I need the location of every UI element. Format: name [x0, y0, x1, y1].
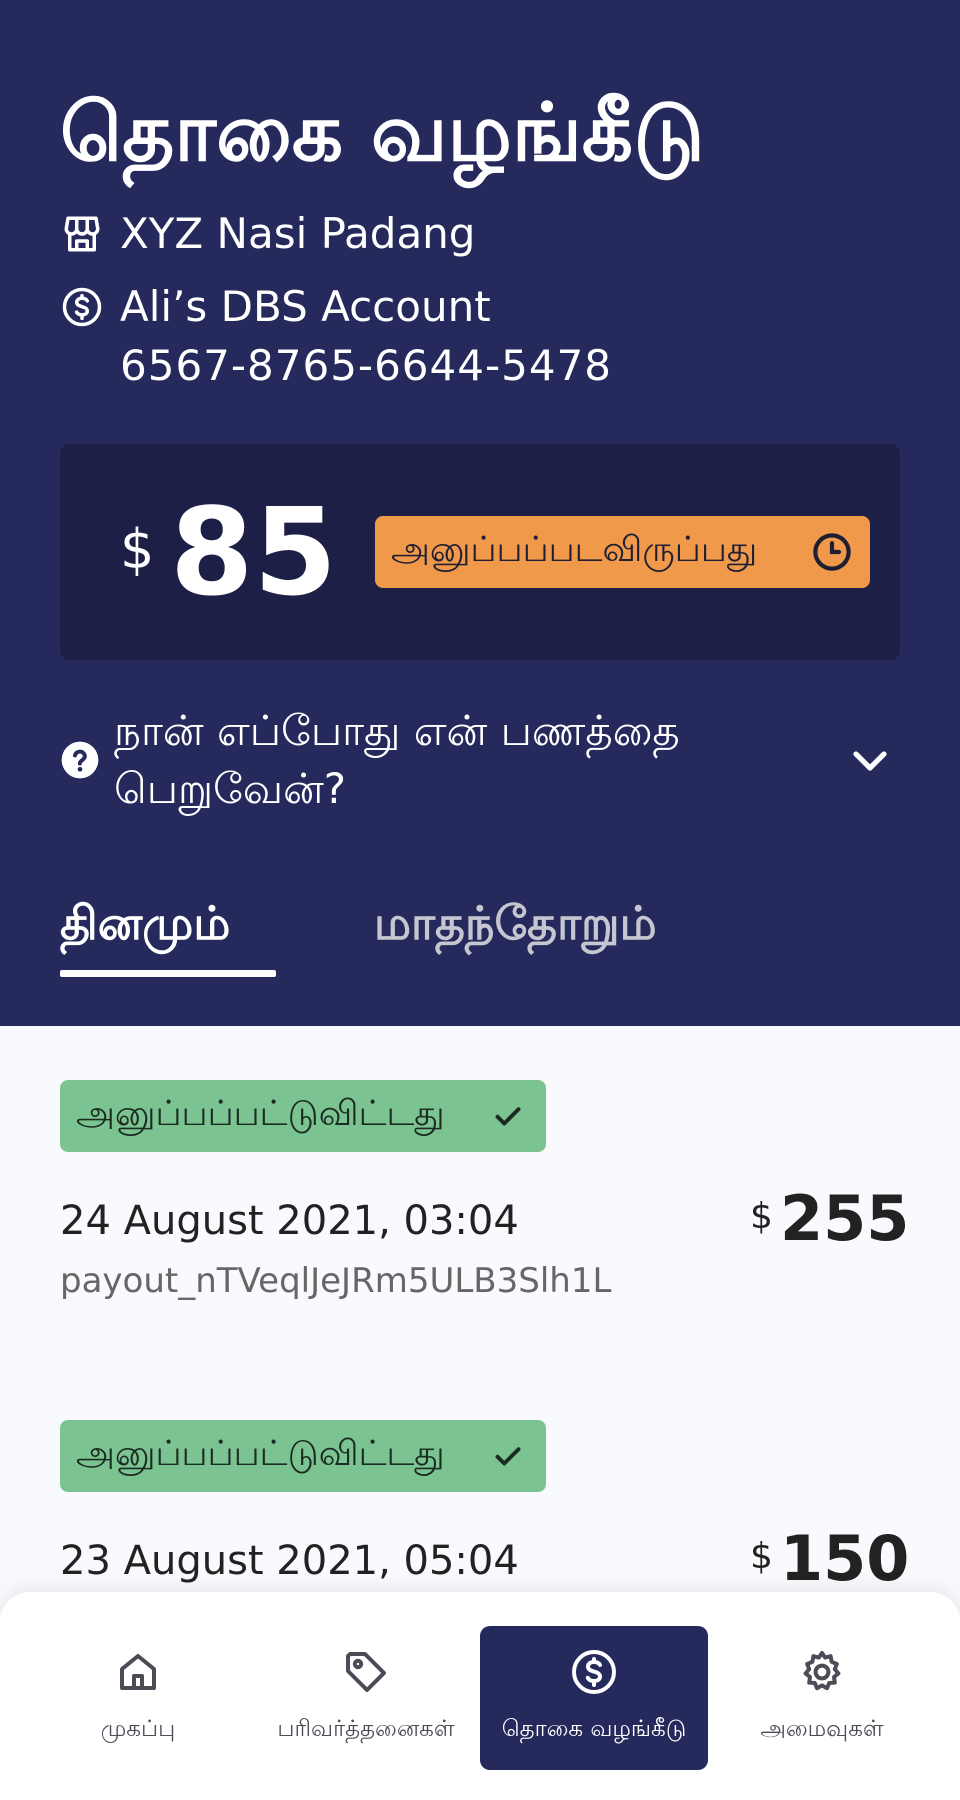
page-title: தொகை வழங்கீடு — [60, 86, 705, 179]
check-icon — [486, 1434, 530, 1478]
account-number: 6567-8765-6644-5478 — [120, 341, 613, 390]
nav-label-home: முகப்பு — [100, 1716, 176, 1742]
nav-label-payouts: தொகை வழங்கீடு — [501, 1716, 687, 1742]
help-circle-icon — [61, 741, 99, 779]
payout-amount: 150 — [780, 1522, 910, 1595]
pending-status-label: அனுப்பப்படவிருப்பது — [391, 530, 758, 570]
tag-icon — [346, 1652, 386, 1692]
home-icon — [120, 1654, 156, 1690]
nav-item-settings[interactable]: அமைவுகள் — [708, 1626, 936, 1770]
dollar-circle-icon — [572, 1650, 616, 1694]
tab-monthly[interactable]: மாதந்தோறும் — [374, 888, 657, 958]
pending-status-badge: அனுப்பப்படவிருப்பது — [375, 516, 870, 588]
store-name: XYZ Nasi Padang — [120, 209, 476, 258]
store-row: XYZ Nasi Padang — [60, 205, 475, 263]
chevron-down-icon — [853, 751, 887, 771]
payout-date: 24 August 2021, 03:04 — [60, 1198, 519, 1244]
clock-icon — [810, 530, 854, 574]
nav-label-transactions: பரிவர்த்தனைகள் — [277, 1716, 455, 1742]
nav-item-home[interactable]: முகப்பு — [24, 1626, 252, 1770]
bottom-nav: முகப்பு பரிவர்த்தனைகள் தொகை வழங்கீடு அமை… — [0, 1592, 960, 1800]
active-tab-indicator — [60, 970, 276, 977]
payout-id: payout_nTVeqlJeJRm5ULB3Slh1L — [60, 1261, 612, 1301]
payout-currency: $ — [750, 1536, 773, 1577]
check-icon — [486, 1094, 530, 1138]
gear-icon — [803, 1651, 841, 1691]
tab-daily[interactable]: தினமும் — [60, 888, 230, 958]
balance-card: $ 85 அனுப்பப்படவிருப்பது — [60, 444, 900, 660]
sent-status-badge: அனுப்பப்பட்டுவிட்டது — [60, 1420, 546, 1492]
payout-faq-toggle[interactable]: நான் எப்போது என் பணத்தை பெறுவேன்? — [60, 700, 900, 820]
balance-currency: $ — [120, 518, 155, 581]
account-row: Ali’s DBS Account — [60, 278, 491, 336]
faq-question: நான் எப்போது என் பணத்தை பெறுவேன்? — [114, 706, 680, 813]
sent-status-badge: அனுப்பப்பட்டுவிட்டது — [60, 1080, 546, 1152]
header: தொகை வழங்கீடு XYZ Nasi Padang Ali’s DBS … — [0, 0, 960, 1026]
nav-item-transactions[interactable]: பரிவர்த்தனைகள் — [252, 1626, 480, 1770]
payout-item[interactable]: அனுப்பப்பட்டுவிட்டது 24 August 2021, 03:… — [0, 1080, 960, 1340]
payout-date: 23 August 2021, 05:04 — [60, 1538, 519, 1584]
payout-amount: 255 — [780, 1182, 910, 1255]
nav-item-payouts[interactable]: தொகை வழங்கீடு — [480, 1626, 708, 1770]
sent-status-label: அனுப்பப்பட்டுவிட்டது — [76, 1094, 445, 1134]
balance-amount: 85 — [170, 484, 337, 623]
account-name: Ali’s DBS Account — [120, 282, 491, 331]
nav-label-settings: அமைவுகள் — [760, 1716, 884, 1742]
sent-status-label: அனுப்பப்பட்டுவிட்டது — [76, 1434, 445, 1474]
store-icon — [60, 212, 104, 256]
dollar-circle-icon — [60, 285, 104, 329]
payout-currency: $ — [750, 1196, 773, 1237]
